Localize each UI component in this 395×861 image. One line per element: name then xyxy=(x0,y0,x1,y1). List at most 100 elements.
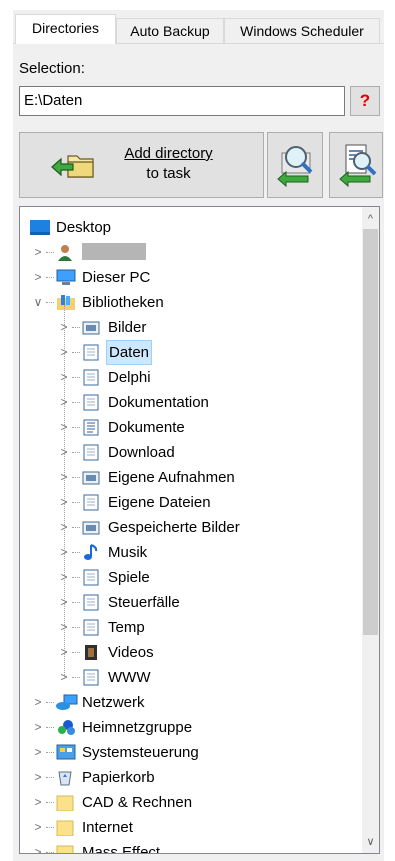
tree-connector xyxy=(72,377,80,378)
chevron-right-icon[interactable]: > xyxy=(32,715,44,740)
pictures-library-icon xyxy=(82,469,100,486)
documents-library-icon xyxy=(82,419,100,436)
tree-item-label: Musik xyxy=(108,544,148,561)
tree-connector xyxy=(72,327,80,328)
tree-item-label: Delphi xyxy=(108,369,151,386)
tree-connector xyxy=(72,677,80,678)
add-directory-label-text: Add directory xyxy=(124,145,213,162)
chevron-right-icon[interactable]: > xyxy=(32,265,44,290)
tree-connector xyxy=(46,852,54,853)
tree-connector xyxy=(46,752,54,753)
tree-connector xyxy=(46,302,54,303)
tree-connector xyxy=(72,627,80,628)
desktop-icon xyxy=(30,219,52,236)
tab-directories[interactable]: Directories xyxy=(15,14,116,44)
document-library-icon xyxy=(82,619,100,636)
tree-item-label: Dokumentation xyxy=(108,394,209,411)
tree-connector xyxy=(72,552,80,553)
tree-connector xyxy=(46,277,54,278)
tree-connector xyxy=(72,427,80,428)
tree-connector xyxy=(72,577,80,578)
magnifier-folder-icon xyxy=(277,146,313,188)
add-directory-button[interactable]: Add directory to task xyxy=(19,132,264,198)
chevron-right-icon[interactable]: > xyxy=(32,840,44,853)
tab-auto-backup[interactable]: Auto Backup xyxy=(116,18,224,43)
document-library-icon xyxy=(82,494,100,511)
tab-windows-scheduler[interactable]: Windows Scheduler xyxy=(224,18,380,43)
chevron-right-icon[interactable]: > xyxy=(32,815,44,840)
tree-item-label: Papierkorb xyxy=(82,769,155,786)
scroll-up-icon[interactable]: ^ xyxy=(362,211,379,228)
tree-item-label: Gespeicherte Bilder xyxy=(108,519,240,536)
directory-tree[interactable]: Desktop > > Dieser PC ∨ Bibliotheken > Bilder > D… xyxy=(19,206,380,854)
music-library-icon xyxy=(82,544,100,561)
computer-icon xyxy=(56,269,76,286)
homegroup-icon xyxy=(56,719,75,736)
tree-connector xyxy=(46,802,54,803)
tree-item-label: Eigene Dateien xyxy=(108,494,211,511)
chevron-right-icon[interactable]: > xyxy=(32,690,44,715)
tree-item-label: Dokumente xyxy=(108,419,185,436)
tree-item-label: WWW xyxy=(108,669,151,686)
tree-item-label: Dieser PC xyxy=(82,269,151,286)
selection-input[interactable]: E:\Daten xyxy=(19,86,345,116)
tree-item-label: Spiele xyxy=(108,569,150,586)
tree-item-label: Mass Effect xyxy=(82,844,161,854)
tree-item-label: CAD & Rechnen xyxy=(82,794,193,811)
tree-item-label: Eigene Aufnahmen xyxy=(108,469,235,486)
magnifier-document-icon xyxy=(339,144,377,188)
tree-connector xyxy=(72,527,80,528)
search-folder-button[interactable] xyxy=(267,132,323,198)
document-library-icon xyxy=(82,369,100,386)
tree-item-label: Systemsteuerung xyxy=(82,744,199,761)
pictures-library-icon xyxy=(82,319,100,336)
chevron-right-icon[interactable]: > xyxy=(32,765,44,790)
redacted-user-name xyxy=(80,240,148,265)
tree-connector xyxy=(46,727,54,728)
scroll-thumb[interactable] xyxy=(363,229,378,635)
document-library-icon xyxy=(82,669,100,686)
tree-connector xyxy=(72,452,80,453)
tree-connector xyxy=(72,602,80,603)
videos-library-icon xyxy=(82,644,100,661)
document-library-icon xyxy=(82,444,100,461)
directories-panel: Directories Auto Backup Windows Schedule… xyxy=(13,10,384,861)
user-icon xyxy=(56,244,74,261)
pictures-library-icon xyxy=(82,519,100,536)
control-panel-icon xyxy=(56,744,76,761)
tree-item-label: Download xyxy=(108,444,175,461)
tree-connector xyxy=(72,502,80,503)
add-directory-label-line1: Add directory xyxy=(20,145,265,162)
tree-item-label: Heimnetzgruppe xyxy=(82,719,193,736)
tree-item-label: Daten xyxy=(106,340,153,365)
chevron-right-icon[interactable]: > xyxy=(32,740,44,765)
tree-connector xyxy=(72,352,80,353)
search-document-button[interactable] xyxy=(329,132,383,198)
document-library-icon xyxy=(82,569,100,586)
tree-item-label: Steuerfälle xyxy=(108,594,180,611)
tab-bar: Directories Auto Backup Windows Schedule… xyxy=(13,10,384,44)
chevron-right-icon[interactable]: > xyxy=(32,790,44,815)
document-library-icon xyxy=(82,594,100,611)
tree-guide-line xyxy=(64,305,65,677)
tree-item-label: Videos xyxy=(108,644,154,661)
recycle-bin-icon xyxy=(56,769,74,786)
folder-icon xyxy=(56,794,74,812)
help-button[interactable]: ? xyxy=(350,86,380,116)
tree-connector xyxy=(46,702,54,703)
scroll-down-icon[interactable]: ∨ xyxy=(362,834,379,851)
folder-icon xyxy=(56,819,74,837)
vertical-scrollbar[interactable]: ^ ∨ xyxy=(362,207,379,853)
chevron-down-icon[interactable]: ∨ xyxy=(32,290,44,315)
chevron-right-icon[interactable]: > xyxy=(32,240,44,265)
document-library-icon xyxy=(82,344,100,361)
tree-item-label: Netzwerk xyxy=(82,694,145,711)
document-library-icon xyxy=(82,394,100,411)
add-directory-label-line2: to task xyxy=(146,165,191,182)
tree-connector xyxy=(72,652,80,653)
tree-connector xyxy=(72,477,80,478)
selection-label: Selection: xyxy=(19,60,85,77)
tree-connector xyxy=(46,777,54,778)
tree-item-label: Bibliotheken xyxy=(82,294,164,311)
tree-connector xyxy=(46,252,54,253)
